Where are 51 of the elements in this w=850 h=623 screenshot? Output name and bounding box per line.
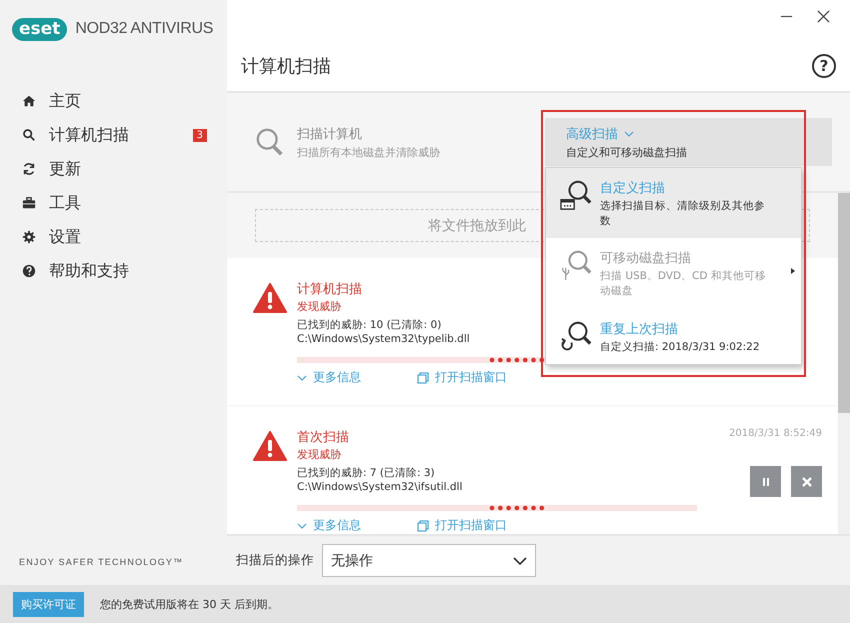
scrollbar-thumb[interactable] xyxy=(838,193,850,413)
scan-title: 首次扫描 xyxy=(297,429,349,446)
nav-item[interactable]: 更新 xyxy=(0,152,227,186)
nav-item[interactable]: 设置 xyxy=(0,220,227,254)
tagline: ENJOY SAFER TECHNOLOGY™ xyxy=(18,557,184,567)
scan-status: 发现威胁 xyxy=(297,447,342,462)
nav-item[interactable]: 计算机扫描 3 xyxy=(0,118,227,152)
threat-count: 已找到的威胁: 7 (已清除: 3) xyxy=(297,466,435,480)
window-icon xyxy=(417,372,429,384)
scan-title: 计算机扫描 xyxy=(297,281,362,298)
close-icon[interactable] xyxy=(817,10,830,22)
scan-status: 发现威胁 xyxy=(297,299,342,314)
home-icon xyxy=(22,94,36,108)
warning-icon xyxy=(253,283,287,313)
threat-count: 已找到的威胁: 10 (已清除: 0) xyxy=(297,318,442,332)
scan-date: 2018/3/31 8:52:49 xyxy=(728,428,822,441)
trial-message: 您的免费试用版将在 30 天 后到期。 xyxy=(100,596,278,612)
toolbox-icon xyxy=(22,196,36,210)
cross-icon xyxy=(800,476,812,488)
menu-item[interactable]: 重复上次扫描 自定义扫描: 2018/3/31 9:02:22 xyxy=(546,308,801,364)
settings-icon xyxy=(22,230,36,244)
chevron-icon xyxy=(297,374,307,380)
after-scan-select[interactable]: 无操作 xyxy=(322,544,536,577)
product-name: NOD32 ANTIVIRUS xyxy=(75,20,214,38)
after-scan-label: 扫描后的操作 xyxy=(236,552,314,569)
logo: eset xyxy=(12,18,68,40)
submenu-arrow-icon xyxy=(791,268,795,274)
search-usb-icon xyxy=(560,249,594,282)
refresh-icon xyxy=(22,162,36,176)
caret-icon xyxy=(624,130,634,136)
warning-icon xyxy=(253,431,287,461)
help-icon xyxy=(22,264,36,278)
file-path: C:\Windows\System32\typelib.dll xyxy=(297,333,470,345)
nav-item[interactable]: 帮助和支持 xyxy=(0,254,227,288)
page-title: 计算机扫描 xyxy=(241,54,331,78)
search-repeat-icon xyxy=(560,320,594,352)
search-window-icon xyxy=(560,179,594,211)
file-path: C:\Windows\System32\ifsutil.dll xyxy=(297,481,462,493)
stop-button[interactable] xyxy=(791,466,822,497)
nav-item[interactable]: 工具 xyxy=(0,186,227,220)
chevron-icon xyxy=(297,522,307,528)
search-icon xyxy=(22,128,36,142)
menu-item[interactable]: 自定义扫描 选择扫描目标、清除级别及其他参数 xyxy=(546,168,801,238)
window-icon xyxy=(417,520,429,532)
count-badge: 3 xyxy=(192,128,207,142)
nav-item[interactable]: 主页 xyxy=(0,84,227,118)
help-button[interactable]: ? xyxy=(812,54,836,78)
search-icon xyxy=(255,127,285,157)
advanced-scan-button[interactable]: 高级扫描 自定义和可移动磁盘扫描 xyxy=(545,118,832,166)
pause-button[interactable] xyxy=(750,466,781,497)
caret-icon xyxy=(513,556,527,564)
